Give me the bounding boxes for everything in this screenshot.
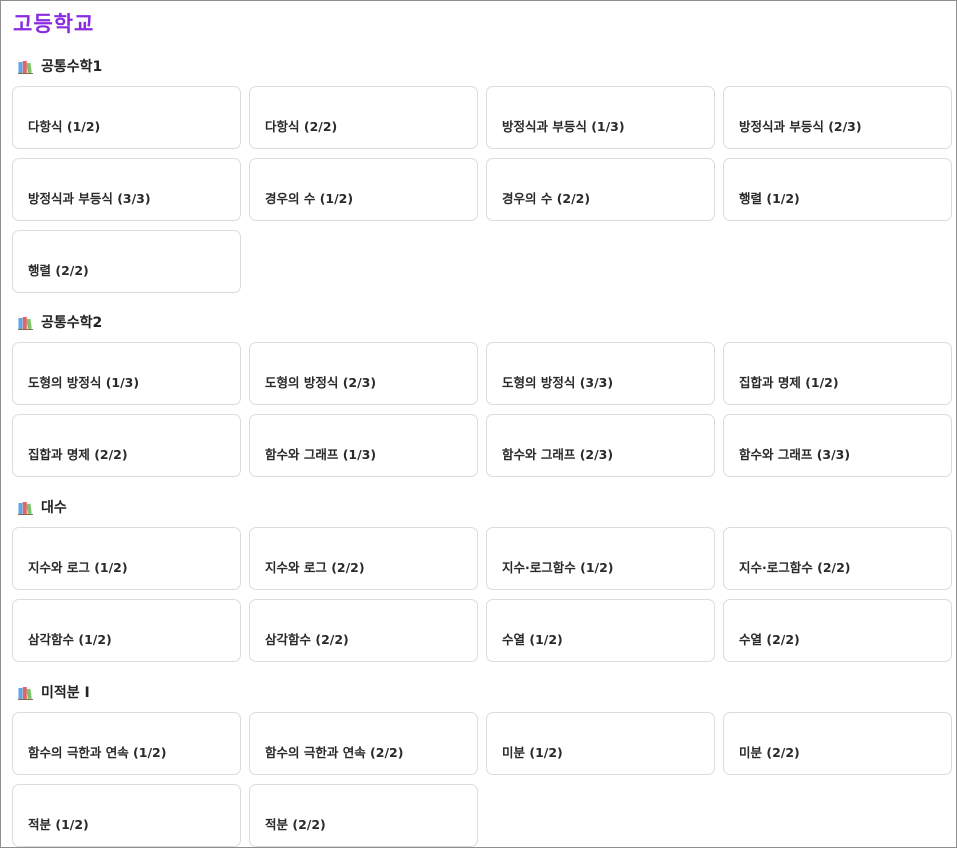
lesson-card[interactable]: 지수·로그함수 (1/2) bbox=[486, 527, 715, 590]
lesson-card[interactable]: 경우의 수 (2/2) bbox=[486, 158, 715, 221]
lesson-card[interactable]: 함수와 그래프 (3/3) bbox=[723, 414, 952, 477]
section-2: 대수 지수와 로그 (1/2) 지수와 로그 (2/2) 지수·로그함수 (1/2) 지… bbox=[12, 496, 952, 662]
lesson-card[interactable]: 경우의 수 (1/2) bbox=[249, 158, 478, 221]
lesson-card-label: 행렬 (1/2) bbox=[739, 191, 800, 206]
lesson-card[interactable]: 방정식과 부등식 (3/3) bbox=[12, 158, 241, 221]
section-header: 공통수학1 bbox=[12, 55, 952, 77]
lesson-card-label: 지수·로그함수 (1/2) bbox=[502, 560, 614, 575]
lesson-card-label: 지수·로그함수 (2/2) bbox=[739, 560, 851, 575]
lesson-card[interactable]: 미분 (1/2) bbox=[486, 712, 715, 775]
lesson-card-label: 삼각함수 (2/2) bbox=[265, 632, 349, 647]
lesson-card[interactable]: 함수와 그래프 (1/3) bbox=[249, 414, 478, 477]
section-title: 공통수학1 bbox=[41, 59, 103, 75]
lesson-card[interactable]: 삼각함수 (1/2) bbox=[12, 599, 241, 662]
lesson-card-label: 삼각함수 (1/2) bbox=[28, 632, 112, 647]
lesson-card-label: 행렬 (2/2) bbox=[28, 263, 89, 278]
lesson-card-label: 도형의 방정식 (1/3) bbox=[28, 375, 140, 390]
lesson-grid: 도형의 방정식 (1/3) 도형의 방정식 (2/3) 도형의 방정식 (3/3) 집… bbox=[12, 342, 952, 477]
lesson-card[interactable]: 행렬 (2/2) bbox=[12, 230, 241, 293]
page-frame: 고등학교 공통수학1 다항식 (1/2) 다항식 (2/2) 방정식과 부등식 (1/… bbox=[0, 0, 957, 848]
lesson-card[interactable]: 도형의 방정식 (3/3) bbox=[486, 342, 715, 405]
lesson-card-label: 미분 (2/2) bbox=[739, 745, 800, 760]
books-icon bbox=[18, 59, 34, 74]
section-header: 미적분 I bbox=[12, 681, 952, 703]
lesson-card[interactable]: 다항식 (1/2) bbox=[12, 86, 241, 149]
lesson-card-label: 지수와 로그 (2/2) bbox=[265, 560, 365, 575]
lesson-card[interactable]: 함수의 극한과 연속 (1/2) bbox=[12, 712, 241, 775]
lesson-card[interactable]: 수열 (1/2) bbox=[486, 599, 715, 662]
lesson-card[interactable]: 다항식 (2/2) bbox=[249, 86, 478, 149]
lesson-card-label: 방정식과 부등식 (3/3) bbox=[28, 191, 151, 206]
section-header: 대수 bbox=[12, 496, 952, 518]
lesson-card-label: 함수와 그래프 (3/3) bbox=[739, 447, 851, 462]
lesson-card-label: 함수의 극한과 연속 (1/2) bbox=[28, 745, 167, 760]
lesson-card-label: 적분 (1/2) bbox=[28, 817, 89, 832]
section-1: 공통수학2 도형의 방정식 (1/3) 도형의 방정식 (2/3) 도형의 방정식 (… bbox=[12, 311, 952, 477]
page-title: 고등학교 bbox=[13, 11, 95, 36]
lesson-card[interactable]: 지수와 로그 (1/2) bbox=[12, 527, 241, 590]
lesson-card[interactable]: 도형의 방정식 (2/3) bbox=[249, 342, 478, 405]
lesson-grid: 함수의 극한과 연속 (1/2) 함수의 극한과 연속 (2/2) 미분 (1/2)… bbox=[12, 712, 952, 847]
lesson-card-label: 경우의 수 (1/2) bbox=[265, 191, 354, 206]
lesson-card[interactable]: 도형의 방정식 (1/3) bbox=[12, 342, 241, 405]
section-header: 공통수학2 bbox=[12, 311, 952, 333]
lesson-card-label: 함수의 극한과 연속 (2/2) bbox=[265, 745, 404, 760]
section-3: 미적분 I 함수의 극한과 연속 (1/2) 함수의 극한과 연속 (2/2) 미분 … bbox=[12, 681, 952, 847]
section-title: 대수 bbox=[41, 500, 67, 516]
lesson-card-label: 도형의 방정식 (3/3) bbox=[502, 375, 614, 390]
lesson-grid: 다항식 (1/2) 다항식 (2/2) 방정식과 부등식 (1/3) 방정식과 부등식… bbox=[12, 86, 952, 293]
lesson-card[interactable]: 지수와 로그 (2/2) bbox=[249, 527, 478, 590]
lesson-card-label: 도형의 방정식 (2/3) bbox=[265, 375, 377, 390]
lesson-card-label: 집합과 명제 (1/2) bbox=[739, 375, 839, 390]
lesson-card[interactable]: 미분 (2/2) bbox=[723, 712, 952, 775]
lesson-card[interactable]: 적분 (1/2) bbox=[12, 784, 241, 847]
lesson-card-label: 적분 (2/2) bbox=[265, 817, 326, 832]
section-0: 공통수학1 다항식 (1/2) 다항식 (2/2) 방정식과 부등식 (1/3) 방정식… bbox=[12, 55, 952, 293]
lesson-grid: 지수와 로그 (1/2) 지수와 로그 (2/2) 지수·로그함수 (1/2) 지수·… bbox=[12, 527, 952, 662]
lesson-card-label: 방정식과 부등식 (2/3) bbox=[739, 119, 862, 134]
books-icon bbox=[18, 315, 34, 330]
lesson-card-label: 다항식 (2/2) bbox=[265, 119, 338, 134]
lesson-card[interactable]: 함수와 그래프 (2/3) bbox=[486, 414, 715, 477]
lesson-card-label: 수열 (1/2) bbox=[502, 632, 563, 647]
books-icon bbox=[18, 500, 34, 515]
section-title: 미적분 I bbox=[41, 685, 90, 701]
lesson-card[interactable]: 삼각함수 (2/2) bbox=[249, 599, 478, 662]
lesson-card-label: 지수와 로그 (1/2) bbox=[28, 560, 128, 575]
lesson-card[interactable]: 지수·로그함수 (2/2) bbox=[723, 527, 952, 590]
lesson-card[interactable]: 방정식과 부등식 (1/3) bbox=[486, 86, 715, 149]
lesson-card-label: 경우의 수 (2/2) bbox=[502, 191, 591, 206]
lesson-card-label: 함수와 그래프 (1/3) bbox=[265, 447, 377, 462]
lesson-card-label: 수열 (2/2) bbox=[739, 632, 800, 647]
lesson-card-label: 방정식과 부등식 (1/3) bbox=[502, 119, 625, 134]
lesson-card[interactable]: 적분 (2/2) bbox=[249, 784, 478, 847]
lesson-card-label: 다항식 (1/2) bbox=[28, 119, 101, 134]
lesson-card[interactable]: 집합과 명제 (2/2) bbox=[12, 414, 241, 477]
section-title: 공통수학2 bbox=[41, 315, 103, 331]
lesson-card-label: 함수와 그래프 (2/3) bbox=[502, 447, 614, 462]
lesson-card[interactable]: 함수의 극한과 연속 (2/2) bbox=[249, 712, 478, 775]
lesson-card[interactable]: 집합과 명제 (1/2) bbox=[723, 342, 952, 405]
lesson-card-label: 미분 (1/2) bbox=[502, 745, 563, 760]
lesson-card-label: 집합과 명제 (2/2) bbox=[28, 447, 128, 462]
books-icon bbox=[18, 685, 34, 700]
lesson-card[interactable]: 방정식과 부등식 (2/3) bbox=[723, 86, 952, 149]
lesson-card[interactable]: 행렬 (1/2) bbox=[723, 158, 952, 221]
lesson-card[interactable]: 수열 (2/2) bbox=[723, 599, 952, 662]
